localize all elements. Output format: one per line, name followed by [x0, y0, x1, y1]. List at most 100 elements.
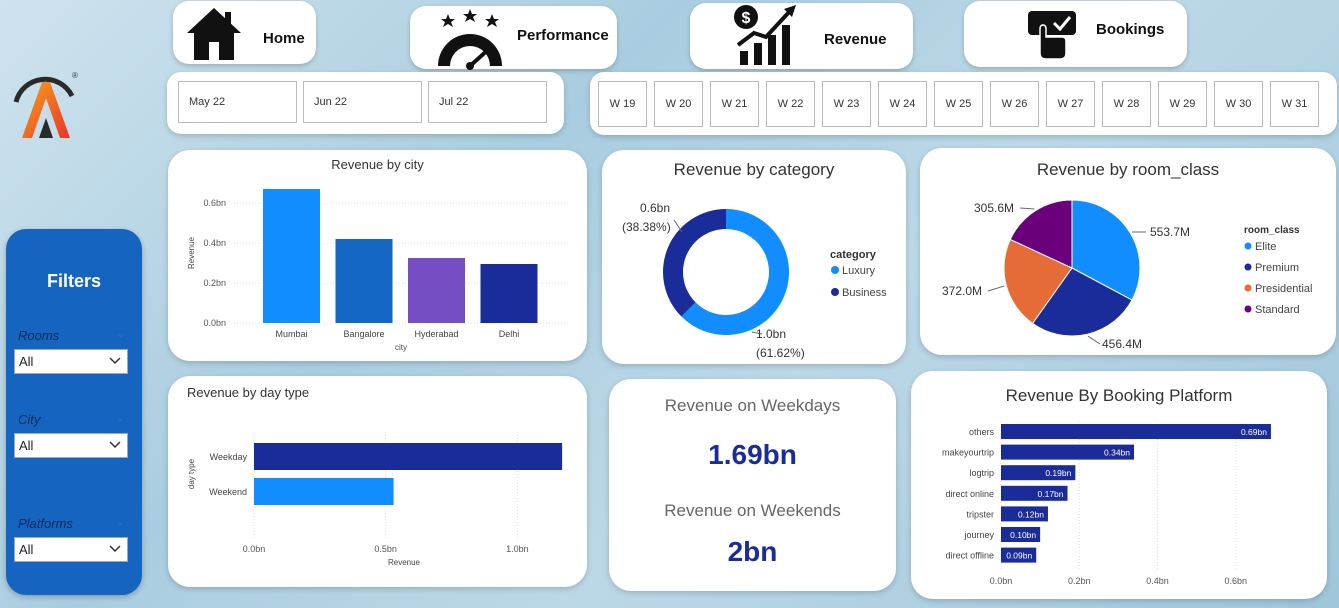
week-option-w-22[interactable]: W 22 [766, 81, 815, 127]
month-option-may[interactable]: May 22 [178, 81, 297, 123]
city-ytick-label: 0.6bn [203, 198, 226, 208]
city-filter-label: City [18, 412, 41, 427]
home-icon [187, 8, 241, 60]
revenue-by-category-card: Revenue by category 1.0bn (61.62%) 0.6bn (3… [602, 150, 906, 364]
platform-ytick-label: direct offline [946, 551, 994, 561]
daytype-bar-weekday[interactable] [254, 443, 563, 470]
revenue-by-city-card: Revenue by city 0.0bn 0.2bn 0.4bn 0.6bn Mumb… [168, 150, 587, 361]
rooms-filter-value: All [19, 354, 34, 369]
room-label-standard: 305.6M [974, 201, 1014, 215]
weekdays-revenue-value: 1.69bn [708, 439, 797, 470]
weekends-revenue-value: 2bn [727, 536, 778, 567]
filters-panel: Filters Rooms ⌄ All City ⌄ All Platforms… [6, 229, 142, 595]
daytype-xtick-label: 0.5bn [374, 544, 397, 554]
week-option-w-27[interactable]: W 27 [1046, 81, 1095, 127]
room-leader-line [1019, 207, 1035, 210]
category-slice-business[interactable] [663, 209, 726, 317]
daytype-yaxis-label: day type [187, 458, 196, 489]
week-option-w-31[interactable]: W 31 [1270, 81, 1319, 127]
platforms-filter-label: Platforms [18, 516, 73, 531]
platform-xtick-label: 0.6bn [1224, 576, 1247, 586]
revenue-by-room-class-card: Revenue by room_class 553.7M 456.4M 372.0M… [920, 148, 1336, 355]
revenue-by-category-chart: 1.0bn (61.62%) 0.6bn (38.38%) category Luxury… [622, 201, 887, 360]
platform-ytick-label: journey [963, 530, 994, 540]
nav-home-button[interactable]: Home [173, 1, 316, 64]
city-bar-delhi[interactable] [480, 264, 538, 323]
month-option-jun[interactable]: Jun 22 [303, 81, 422, 123]
city-chevron-icon[interactable]: ⌄ [116, 411, 125, 424]
room-legend-standard[interactable]: Standard [1255, 304, 1300, 316]
revenue-growth-icon: $ [734, 5, 796, 65]
week-option-w-19[interactable]: W 19 [598, 81, 647, 127]
room-label-elite: 553.7M [1150, 225, 1190, 239]
room-legend-marker [1244, 242, 1252, 250]
category-label-luxury-pct: (61.62%) [756, 346, 805, 360]
platforms-chevron-icon[interactable]: ⌄ [116, 515, 125, 528]
category-legend-luxury[interactable]: Luxury [842, 265, 876, 277]
week-option-w-23[interactable]: W 23 [822, 81, 871, 127]
week-option-w-20[interactable]: W 20 [654, 81, 703, 127]
week-option-w-25[interactable]: W 25 [934, 81, 983, 127]
rooms-filter-label: Rooms [18, 328, 60, 343]
category-label-luxury-value: 1.0bn [756, 327, 786, 341]
nav-bookings-button[interactable]: Bookings [964, 1, 1187, 67]
room-legend-elite[interactable]: Elite [1255, 241, 1276, 253]
room-legend-premium[interactable]: Premium [1255, 262, 1299, 274]
city-bar-bangalore[interactable] [335, 239, 393, 323]
nav-performance-label: Performance [517, 27, 609, 44]
weekends-revenue-label: Revenue on Weekends [664, 501, 841, 520]
category-legend-business[interactable]: Business [842, 287, 887, 299]
platform-ytick-label: direct online [945, 489, 994, 499]
nav-performance-button[interactable]: Performance [410, 6, 617, 70]
room-leader-line [987, 285, 1005, 292]
room-label-premium: 456.4M [1102, 337, 1142, 351]
week-slicer: W 19 W 20 W 21 W 22 W 23 W 24 W 25 W 26 W 27 W 28… [590, 72, 1337, 135]
city-bar-hyderabad[interactable] [408, 258, 465, 323]
nav-revenue-button[interactable]: $ Revenue [690, 3, 913, 69]
daytype-bar-weekend[interactable] [254, 478, 394, 505]
platform-data-label: 0.09bn [1006, 551, 1032, 561]
rooms-chevron-icon[interactable]: ⌄ [116, 327, 125, 340]
room-label-presidential: 372.0M [942, 284, 982, 298]
daytype-xtick-label: 1.0bn [506, 544, 529, 554]
revenue-by-day-type-chart: 0.0bn 0.5bn 1.0bn Weekday Weekend Revenue day … [187, 432, 563, 567]
category-legend-title: category [830, 249, 877, 261]
platform-xtick-label: 0.2bn [1068, 576, 1091, 586]
week-option-w-28[interactable]: W 28 [1102, 81, 1151, 127]
city-xtick-label: Hyderabad [414, 329, 458, 339]
daytype-xaxis-label: Revenue [388, 558, 421, 567]
week-option-w-30[interactable]: W 30 [1214, 81, 1263, 127]
svg-text:$: $ [742, 10, 751, 27]
platforms-filter-select[interactable]: All [14, 537, 128, 562]
city-filter-select[interactable]: All [14, 433, 128, 458]
city-ytick-label: 0.0bn [203, 318, 226, 328]
week-option-w-29[interactable]: W 29 [1158, 81, 1207, 127]
svg-text:®: ® [72, 71, 78, 80]
month-option-jul[interactable]: Jul 22 [428, 81, 547, 123]
platform-data-label: 0.69bn [1241, 427, 1267, 437]
category-legend-marker [831, 288, 839, 296]
revenue-by-city-chart: 0.0bn 0.2bn 0.4bn 0.6bn Mumbai Bangalore Hyder… [187, 189, 568, 352]
nav-home-label: Home [263, 30, 305, 47]
chevron-down-icon [109, 357, 121, 365]
week-option-w-24[interactable]: W 24 [878, 81, 927, 127]
filters-title: Filters [46, 271, 102, 291]
weekday-weekend-kpi-card: Revenue on Weekdays 1.69bn Revenue on We… [609, 379, 896, 591]
rooms-filter-select[interactable]: All [14, 349, 128, 374]
platform-ytick-label: makeyourtrip [942, 448, 994, 458]
category-leader-line [673, 219, 683, 233]
city-xtick-label: Bangalore [343, 329, 384, 339]
platform-data-label: 0.17bn [1038, 489, 1064, 499]
city-bar-mumbai[interactable] [263, 189, 320, 323]
gauge-stars-icon [438, 9, 502, 70]
city-ytick-label: 0.4bn [203, 238, 226, 248]
chevron-down-icon [109, 545, 121, 553]
platform-bar-others[interactable] [1001, 424, 1271, 439]
room-legend-presidential[interactable]: Presidential [1255, 283, 1312, 295]
week-option-w-21[interactable]: W 21 [710, 81, 759, 127]
city-ytick-label: 0.2bn [203, 278, 226, 288]
category-legend-marker [831, 266, 839, 274]
platform-ytick-label: tripster [966, 509, 994, 519]
room-leader-line [1087, 335, 1101, 345]
week-option-w-26[interactable]: W 26 [990, 81, 1039, 127]
